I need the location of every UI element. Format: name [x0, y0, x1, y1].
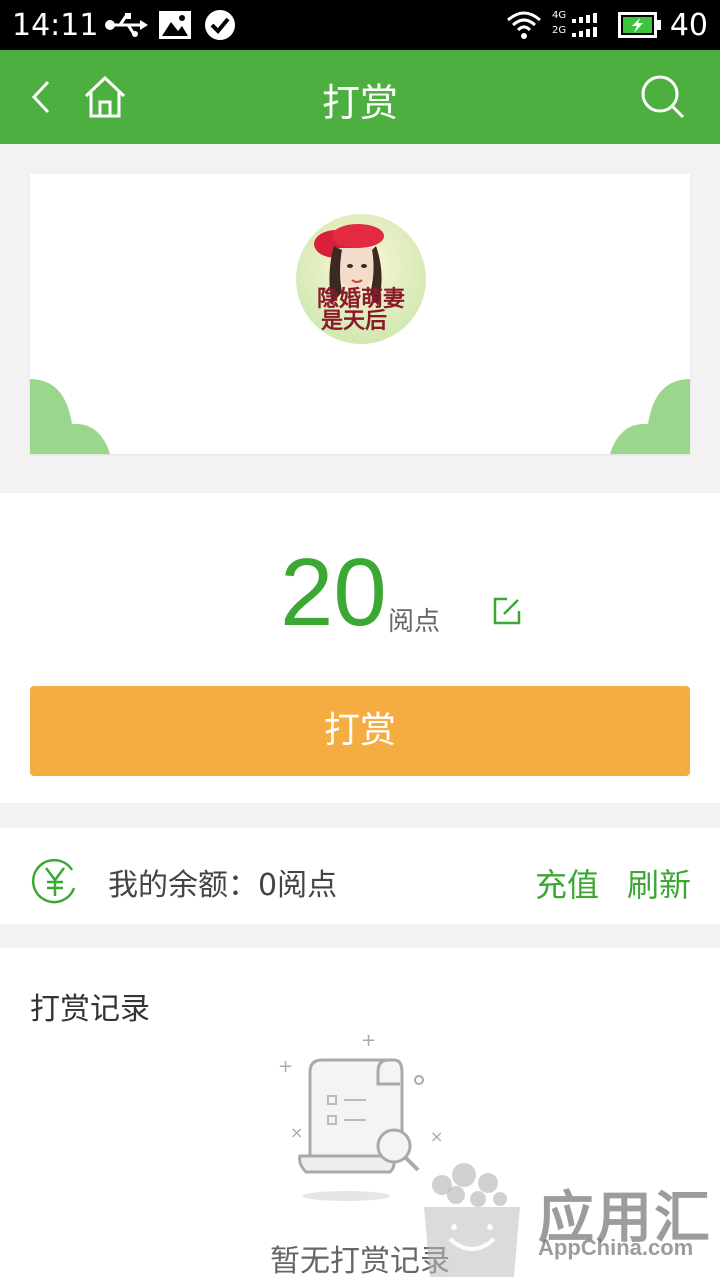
reward-button[interactable]: 打赏	[30, 686, 690, 776]
book-cover-art: 隐婚萌妻 是天后	[296, 214, 426, 344]
balance-label: 我的余额：0阅点	[108, 868, 338, 903]
usb-icon	[105, 13, 148, 37]
book-cover-card: 隐婚萌妻 是天后	[30, 174, 690, 454]
status-bar: 14:11 4G 2G 40	[0, 0, 720, 50]
cellular-signal-icon: 4G 2G	[552, 10, 604, 40]
page-title: 打赏	[321, 81, 398, 125]
battery-icon	[618, 12, 661, 38]
svg-text:×: ×	[430, 1127, 443, 1146]
status-time: 14:11	[12, 8, 99, 43]
book-cover-image[interactable]: 隐婚萌妻 是天后	[296, 214, 426, 344]
balance-section: 我的余额：0阅点 充值 刷新	[0, 828, 720, 924]
reward-unit: 阅点	[388, 607, 441, 637]
battery-level: 40	[669, 8, 708, 43]
search-icon[interactable]	[638, 72, 688, 122]
cloud-left-decoration	[30, 379, 110, 454]
cover-section: 隐婚萌妻 是天后	[0, 144, 720, 492]
svg-text:是天后: 是天后	[321, 308, 387, 334]
reward-amount-section: 20 阅点 打赏	[0, 493, 720, 803]
appchina-logo-icon	[424, 1163, 520, 1277]
app-header: 打赏	[0, 50, 720, 144]
svg-text:+: +	[361, 1030, 376, 1051]
wifi-icon	[507, 11, 541, 39]
edit-amount-icon[interactable]	[493, 597, 521, 625]
svg-text:+: +	[278, 1056, 293, 1077]
svg-text:×: ×	[290, 1123, 303, 1142]
cloud-right-decoration	[610, 379, 690, 454]
appchina-watermark: 应用汇 AppChina.com	[420, 1155, 720, 1280]
image-icon	[159, 11, 191, 39]
reward-amount: 20	[280, 539, 387, 646]
records-title: 打赏记录	[30, 992, 150, 1027]
yen-coin-icon	[31, 858, 76, 904]
watermark-en-text: AppChina.com	[538, 1235, 694, 1260]
check-circle-icon	[205, 10, 235, 40]
recharge-link[interactable]: 充值	[535, 860, 599, 906]
refresh-link[interactable]: 刷新	[627, 860, 691, 906]
